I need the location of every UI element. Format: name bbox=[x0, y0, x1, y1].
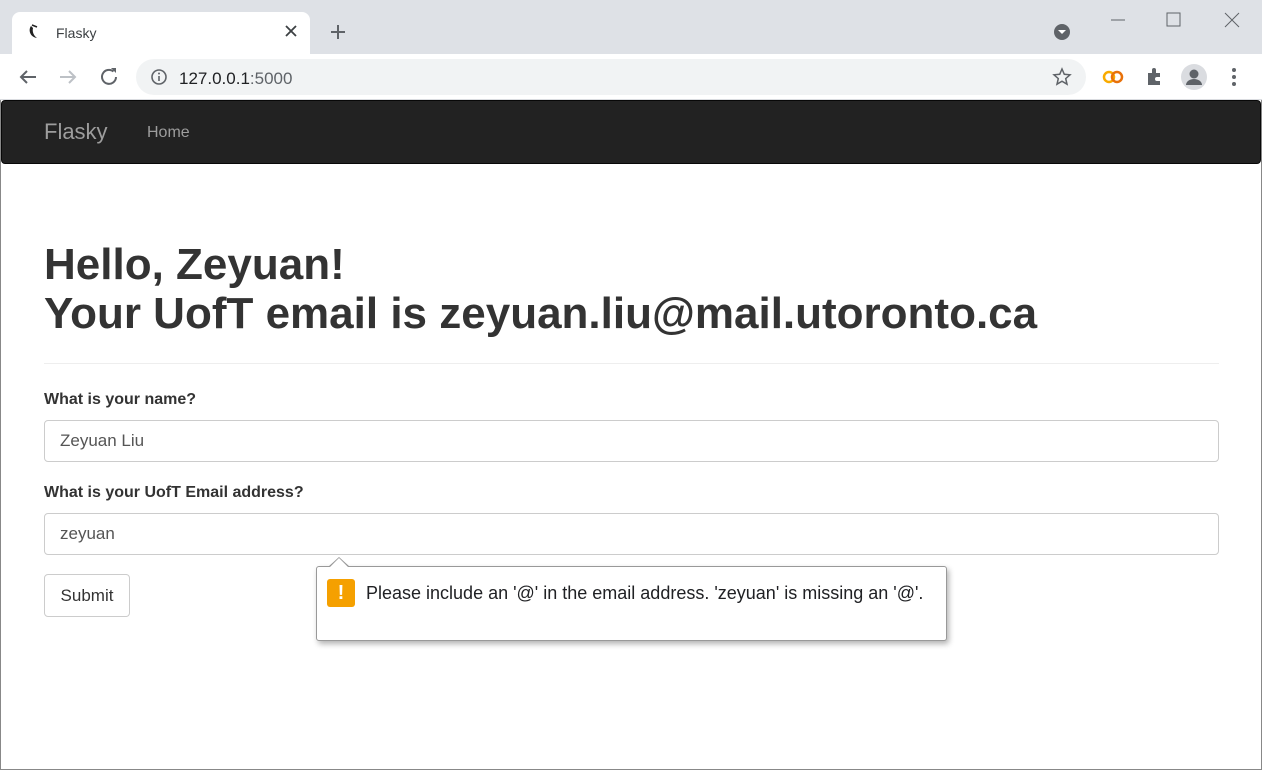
profile-avatar-icon[interactable] bbox=[1180, 63, 1208, 91]
submit-button[interactable]: Submit bbox=[44, 574, 130, 617]
tab-search-icon[interactable] bbox=[1052, 22, 1072, 42]
validation-tooltip: ! Please include an '@' in the email add… bbox=[316, 566, 947, 641]
navbar: Flasky Home bbox=[1, 100, 1261, 164]
colab-extension-icon[interactable] bbox=[1101, 65, 1125, 89]
email-line: Your UofT email is zeyuan.liu@mail.utoro… bbox=[44, 289, 1038, 338]
maximize-icon[interactable] bbox=[1164, 10, 1184, 30]
email-field[interactable]: zeyuan bbox=[44, 513, 1219, 555]
validation-message: Please include an '@' in the email addre… bbox=[366, 583, 924, 603]
name-field[interactable]: Zeyuan Liu bbox=[44, 420, 1219, 462]
address-bar[interactable]: 127.0.0.1:5000 bbox=[136, 59, 1086, 95]
greeting-line: Hello, Zeyuan! bbox=[44, 240, 345, 289]
nav-home-link[interactable]: Home bbox=[147, 124, 190, 142]
window-close-icon[interactable] bbox=[1222, 10, 1242, 30]
reload-icon[interactable] bbox=[97, 65, 121, 89]
menu-kebab-icon[interactable] bbox=[1222, 65, 1246, 89]
divider bbox=[44, 363, 1219, 364]
navbar-brand[interactable]: Flasky bbox=[44, 119, 108, 145]
email-label: What is your UofT Email address? bbox=[44, 484, 304, 501]
browser-tab[interactable]: Flasky bbox=[12, 12, 310, 54]
bookmark-star-icon[interactable] bbox=[1052, 67, 1072, 87]
tab-strip: Flasky bbox=[0, 0, 1262, 54]
page-heading: Hello, Zeyuan! Your UofT email is zeyuan… bbox=[44, 240, 1037, 338]
validation-tooltip-arrow-fill bbox=[329, 558, 349, 568]
url-text: 127.0.0.1:5000 bbox=[179, 69, 292, 89]
browser-toolbar: 127.0.0.1:5000 bbox=[0, 54, 1262, 100]
forward-icon[interactable] bbox=[56, 65, 80, 89]
flask-favicon-icon bbox=[29, 24, 38, 38]
close-tab-icon[interactable] bbox=[282, 22, 300, 40]
new-tab-icon[interactable] bbox=[326, 20, 350, 44]
tab-title: Flasky bbox=[56, 25, 97, 41]
site-info-icon[interactable] bbox=[150, 68, 168, 86]
minimize-icon[interactable] bbox=[1108, 10, 1128, 30]
url-port: :5000 bbox=[249, 69, 293, 88]
extensions-puzzle-icon[interactable] bbox=[1142, 65, 1166, 89]
url-host: 127.0.0.1 bbox=[179, 69, 250, 88]
back-icon[interactable] bbox=[16, 65, 40, 89]
name-label: What is your name? bbox=[44, 391, 197, 408]
warning-icon: ! bbox=[327, 579, 355, 607]
